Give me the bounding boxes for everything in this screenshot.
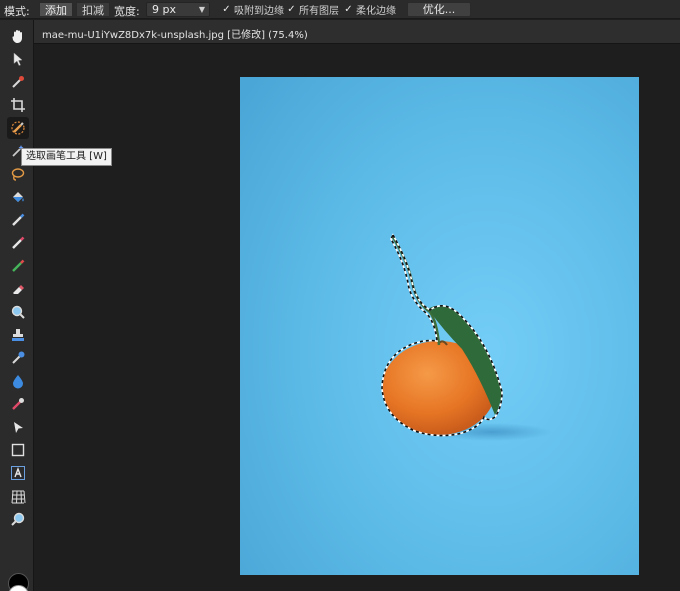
pixel-brush-tool[interactable] bbox=[7, 232, 29, 254]
text-tool-icon bbox=[11, 466, 25, 480]
checkmark-icon: ✓ bbox=[344, 4, 353, 15]
mode-segmented-control: 添加 扣减 bbox=[39, 2, 110, 17]
selection-brush-tool[interactable] bbox=[7, 117, 29, 139]
soften-edges-label: 柔化边缘 bbox=[356, 6, 396, 17]
pixel-brush-icon bbox=[12, 236, 25, 249]
magnify-tool[interactable] bbox=[7, 301, 29, 323]
crop-tool[interactable] bbox=[7, 94, 29, 116]
soften-edges-checkbox[interactable]: ✓ 柔化边缘 bbox=[343, 2, 396, 17]
color-picker-icon bbox=[12, 76, 24, 88]
rectangle-shape-icon bbox=[11, 443, 25, 457]
chevron-down-icon: ▼ bbox=[198, 5, 205, 14]
snap-edges-checkbox[interactable]: ✓ 吸附到边缘 bbox=[221, 2, 284, 17]
rectangle-tool[interactable] bbox=[7, 439, 29, 461]
width-label: 宽度: bbox=[114, 5, 140, 18]
refine-button[interactable]: 优化... bbox=[407, 2, 471, 17]
paint-brush-icon bbox=[12, 213, 25, 226]
hand-icon bbox=[12, 30, 22, 43]
snap-edges-label: 吸附到边缘 bbox=[234, 6, 284, 17]
width-select[interactable]: 9 px ▼ bbox=[146, 2, 210, 17]
tools-panel bbox=[0, 20, 34, 591]
mode-label: 模式: bbox=[4, 5, 30, 18]
paint-brush-tool[interactable] bbox=[7, 209, 29, 231]
eraser-icon bbox=[13, 285, 24, 294]
stamp-tool[interactable] bbox=[7, 324, 29, 346]
hand-tool[interactable] bbox=[7, 25, 29, 47]
clone-brush-tool[interactable] bbox=[7, 255, 29, 277]
mode-subtract-button[interactable]: 扣减 bbox=[76, 2, 110, 17]
document-title: mae-mu-U1iYwZ8Dx7k-unsplash.jpg [已修改] (7… bbox=[42, 30, 308, 41]
freehand-selection-tool[interactable] bbox=[7, 163, 29, 185]
move-tool[interactable] bbox=[7, 48, 29, 70]
text-tool[interactable] bbox=[7, 462, 29, 484]
document-tab[interactable]: mae-mu-U1iYwZ8Dx7k-unsplash.jpg [已修改] (7… bbox=[34, 20, 680, 44]
magnify-icon bbox=[11, 305, 25, 319]
blur-drop-icon bbox=[13, 375, 23, 389]
mode-add-button[interactable]: 添加 bbox=[39, 2, 73, 17]
selection-brush-icon bbox=[11, 121, 25, 135]
dodge-burn-tool[interactable] bbox=[7, 347, 29, 369]
color-picker-tool[interactable] bbox=[7, 71, 29, 93]
photo-backdrop bbox=[240, 77, 639, 575]
smudge-tool[interactable] bbox=[7, 393, 29, 415]
zoom-icon bbox=[11, 512, 25, 526]
blur-tool[interactable] bbox=[7, 370, 29, 392]
context-toolbar: 模式: 添加 扣减 宽度: 9 px ▼ ✓ 吸附到边缘 ✓ 所有图层 ✓ 柔化… bbox=[0, 0, 680, 19]
mesh-warp-tool[interactable] bbox=[7, 485, 29, 507]
all-layers-checkbox[interactable]: ✓ 所有图层 bbox=[286, 2, 339, 17]
move-pointer-icon bbox=[13, 52, 23, 66]
freehand-selection-icon bbox=[11, 168, 25, 181]
width-value: 9 px bbox=[152, 3, 176, 16]
stamp-icon bbox=[12, 329, 24, 341]
flood-fill-tool[interactable] bbox=[7, 186, 29, 208]
crop-icon bbox=[11, 98, 25, 112]
zoom-tool[interactable] bbox=[7, 508, 29, 530]
node-tool[interactable] bbox=[7, 416, 29, 438]
flood-fill-icon bbox=[13, 192, 24, 202]
all-layers-label: 所有图层 bbox=[299, 6, 339, 17]
tool-tooltip: 选取画笔工具 [W] bbox=[21, 148, 112, 166]
eraser-tool[interactable] bbox=[7, 278, 29, 300]
smudge-icon bbox=[12, 398, 24, 410]
mesh-warp-icon bbox=[11, 490, 26, 504]
checkmark-icon: ✓ bbox=[287, 4, 296, 15]
dodge-burn-icon bbox=[12, 351, 25, 364]
clone-brush-icon bbox=[12, 259, 25, 272]
photo-canvas[interactable] bbox=[240, 77, 639, 575]
checkmark-icon: ✓ bbox=[222, 4, 231, 15]
node-pointer-icon bbox=[14, 422, 23, 433]
